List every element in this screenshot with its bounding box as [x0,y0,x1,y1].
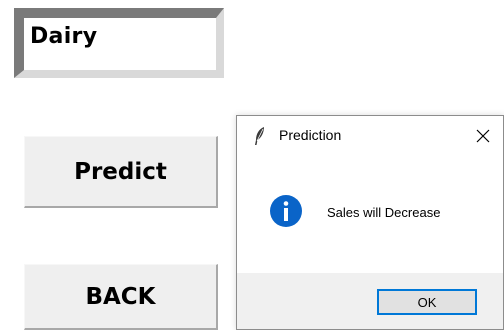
info-icon [270,195,302,227]
dialog-footer: OK [237,273,503,329]
dialog-titlebar[interactable]: Prediction [237,116,503,156]
ok-button[interactable]: OK [377,289,477,315]
dialog-title: Prediction [279,127,342,143]
close-button[interactable] [471,124,495,148]
close-icon [476,129,490,143]
category-entry[interactable]: Dairy [14,8,224,78]
prediction-dialog: Prediction Sales will Decrease OK [236,115,504,330]
dialog-message: Sales will Decrease [327,205,441,220]
back-button[interactable]: BACK [24,264,218,330]
feather-icon [255,127,264,145]
predict-button[interactable]: Predict [24,136,218,208]
category-entry-value: Dairy [30,24,98,49]
